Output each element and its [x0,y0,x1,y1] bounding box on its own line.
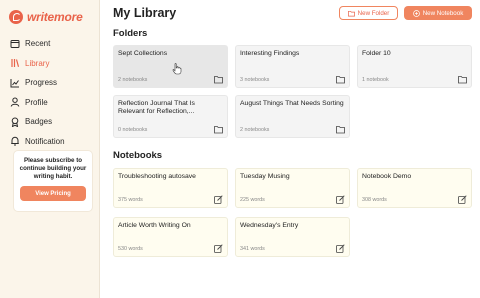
notebook-title: Wednesday's Entry [240,222,299,229]
folder-card[interactable]: Sept Collections 2 notebooks [113,45,228,88]
folder-title: Folder 10 [362,50,391,57]
folder-card[interactable]: August Things That Needs Sorting 2 noteb… [235,95,350,138]
folder-title: Sept Collections [118,50,168,57]
chart-icon [10,78,19,87]
folder-plus-icon [347,10,355,16]
notebook-card[interactable]: Article Worth Writing On 530 words [113,217,228,257]
folder-count: 1 notebook [362,77,389,83]
notebook-title: Notebook Demo [362,173,412,180]
folder-title: August Things That Needs Sorting [240,100,344,107]
edit-icon [214,244,223,253]
sidebar-item-badges[interactable]: Badges [10,112,94,131]
sidebar-item-library[interactable]: Library [10,54,94,73]
notebook-title: Troubleshooting autosave [118,173,196,180]
notebook-word-count: 530 words [118,246,143,252]
folder-count: 2 notebooks [240,127,270,133]
new-folder-button[interactable]: New Folder [339,6,398,20]
notebook-card[interactable]: Tuesday Musing 225 words [235,168,350,208]
notebook-word-count: 225 words [240,197,265,203]
badge-icon [11,117,19,127]
folder-icon [336,76,345,84]
library-icon [11,59,20,67]
sidebar-item-progress[interactable]: Progress [10,73,94,92]
view-pricing-button[interactable]: View Pricing [20,186,86,201]
folder-icon [214,126,223,134]
folders-heading: Folders [113,28,148,39]
logo-icon [9,10,23,24]
new-folder-label: New Folder [357,9,390,17]
folder-card[interactable]: Interesting Findings 3 notebooks [235,45,350,88]
folder-count: 0 notebooks [118,127,148,133]
page-title: My Library [113,6,177,20]
notebook-card[interactable]: Troubleshooting autosave 375 words [113,168,228,208]
sidebar-item-notification[interactable]: Notification [10,132,94,151]
notebook-word-count: 341 words [240,246,265,252]
notebook-word-count: 308 words [362,197,387,203]
sidebar-item-label: Notification [25,136,65,146]
notebook-card[interactable]: Wednesday's Entry 341 words [235,217,350,257]
notebooks-heading: Notebooks [113,150,163,161]
folder-icon [458,76,467,84]
folder-card[interactable]: Folder 10 1 notebook [357,45,472,88]
sidebar-nav: Recent Library Progress Profile Badges N… [10,34,94,151]
logo-text: writemore [27,10,83,24]
user-icon [10,97,20,107]
hand-cursor-icon [172,63,182,75]
sidebar-item-recent[interactable]: Recent [10,34,94,53]
edit-icon [458,195,467,204]
notebook-title: Tuesday Musing [240,173,290,180]
folder-title: Reflection Journal That Is Relevant for … [118,100,195,115]
notebook-word-count: 375 words [118,197,143,203]
edit-icon [336,244,345,253]
folder-count: 3 notebooks [240,77,270,83]
sidebar-item-label: Recent [25,39,51,48]
new-notebook-label: New Notebook [422,9,464,17]
folder-icon [336,126,345,134]
sidebar-item-profile[interactable]: Profile [10,93,94,112]
edit-icon [214,195,223,204]
notebook-card[interactable]: Notebook Demo 308 words [357,168,472,208]
promo-text: Please subscribe to continue building yo… [19,157,87,180]
edit-icon [336,195,345,204]
folder-icon [214,76,223,84]
plus-icon [412,9,420,17]
logo[interactable]: writemore [9,10,83,24]
folder-title: Interesting Findings [240,50,300,57]
folder-card[interactable]: Reflection Journal That Is Relevant for … [113,95,228,138]
folder-count: 2 notebooks [118,77,148,83]
sidebar-item-label: Library [25,58,50,68]
notebook-title: Article Worth Writing On [118,222,191,229]
sidebar-item-label: Progress [25,78,58,87]
sidebar-item-label: Profile [25,97,48,107]
sidebar: writemore Recent Library Progress Profil… [0,0,100,298]
bell-icon [11,136,19,146]
subscribe-promo: Please subscribe to continue building yo… [14,151,92,211]
sidebar-item-label: Badges [25,117,53,126]
clock-icon [10,39,20,48]
new-notebook-button[interactable]: New Notebook [404,6,472,20]
